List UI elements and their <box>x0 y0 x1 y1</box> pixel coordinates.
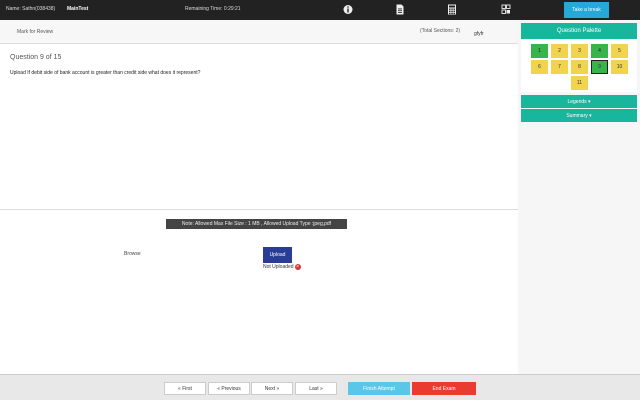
grid-icon[interactable] <box>501 4 511 15</box>
palette-question-button[interactable]: 6 <box>531 60 548 74</box>
remaining-time: Remaining Time: 0:29:21 <box>185 6 241 12</box>
submit-button[interactable]: Finish Attempt <box>348 382 410 395</box>
first-button[interactable]: « First <box>164 382 206 395</box>
candidate-name: Name: Sathn(038438) <box>6 6 56 12</box>
question-subheader: Mark for Review (Total Sections: 2) gfyf… <box>0 20 518 44</box>
chevron-down-icon: ▾ <box>587 112 592 119</box>
question-palette: 1 2 3 4 5 6 7 8 9 10 11 <box>521 40 637 92</box>
question-palette-panel: Question Palette 1 2 3 4 5 6 7 8 9 10 11 Legends ▾… <box>518 20 640 374</box>
summary-toggle[interactable]: Summary ▾ <box>521 109 637 122</box>
palette-question-button[interactable]: 4 <box>591 44 608 58</box>
upload-status: Not Uploaded × <box>263 264 301 270</box>
palette-question-button[interactable]: 11 <box>571 76 588 90</box>
total-sections: (Total Sections: 2) <box>420 28 461 34</box>
summary-label: Summary <box>566 112 588 119</box>
chevron-down-icon: ▾ <box>586 98 591 105</box>
take-break-button[interactable]: Take a break <box>564 2 609 18</box>
browse-button[interactable]: Browse <box>124 251 141 257</box>
upload-status-text: Not Uploaded <box>263 264 294 270</box>
palette-question-button[interactable]: 7 <box>551 60 568 74</box>
question-number: Question 9 of 15 <box>10 54 62 61</box>
palette-question-button[interactable]: 1 <box>531 44 548 58</box>
upload-note: Note: Allowed Max File Size : 1 MB , All… <box>166 219 347 229</box>
document-icon[interactable] <box>395 4 405 15</box>
test-name: MainTest <box>67 6 89 12</box>
section-name[interactable]: gfyfr <box>474 31 484 37</box>
palette-question-button[interactable]: 8 <box>571 60 588 74</box>
last-button[interactable]: Last » <box>295 382 337 395</box>
palette-title: Question Palette <box>521 23 637 39</box>
error-icon: × <box>294 264 301 270</box>
divider <box>0 209 518 210</box>
legends-toggle[interactable]: Legends ▾ <box>521 95 637 108</box>
palette-question-button[interactable]: 10 <box>611 60 628 74</box>
footer-nav: « First « Previous Next » Last » Finish … <box>0 374 640 400</box>
upload-button[interactable]: Upload <box>263 247 292 263</box>
info-icon[interactable] <box>343 4 353 15</box>
palette-question-button[interactable]: 3 <box>571 44 588 58</box>
palette-question-button[interactable]: 2 <box>551 44 568 58</box>
top-bar: Name: Sathn(038438) MainTest Remaining T… <box>0 0 640 20</box>
question-text: Upload If debit side of bank account is … <box>10 70 201 76</box>
question-panel: Mark for Review (Total Sections: 2) gfyf… <box>0 20 518 374</box>
calculator-icon[interactable] <box>447 4 457 15</box>
previous-button[interactable]: « Previous <box>208 382 250 395</box>
palette-question-button[interactable]: 9 <box>591 60 608 74</box>
mark-for-review-button[interactable]: Mark for Review <box>17 29 53 35</box>
end-exam-button[interactable]: End Exam <box>412 382 476 395</box>
palette-question-button[interactable]: 5 <box>611 44 628 58</box>
next-button[interactable]: Next » <box>251 382 293 395</box>
legends-label: Legends <box>567 98 587 105</box>
